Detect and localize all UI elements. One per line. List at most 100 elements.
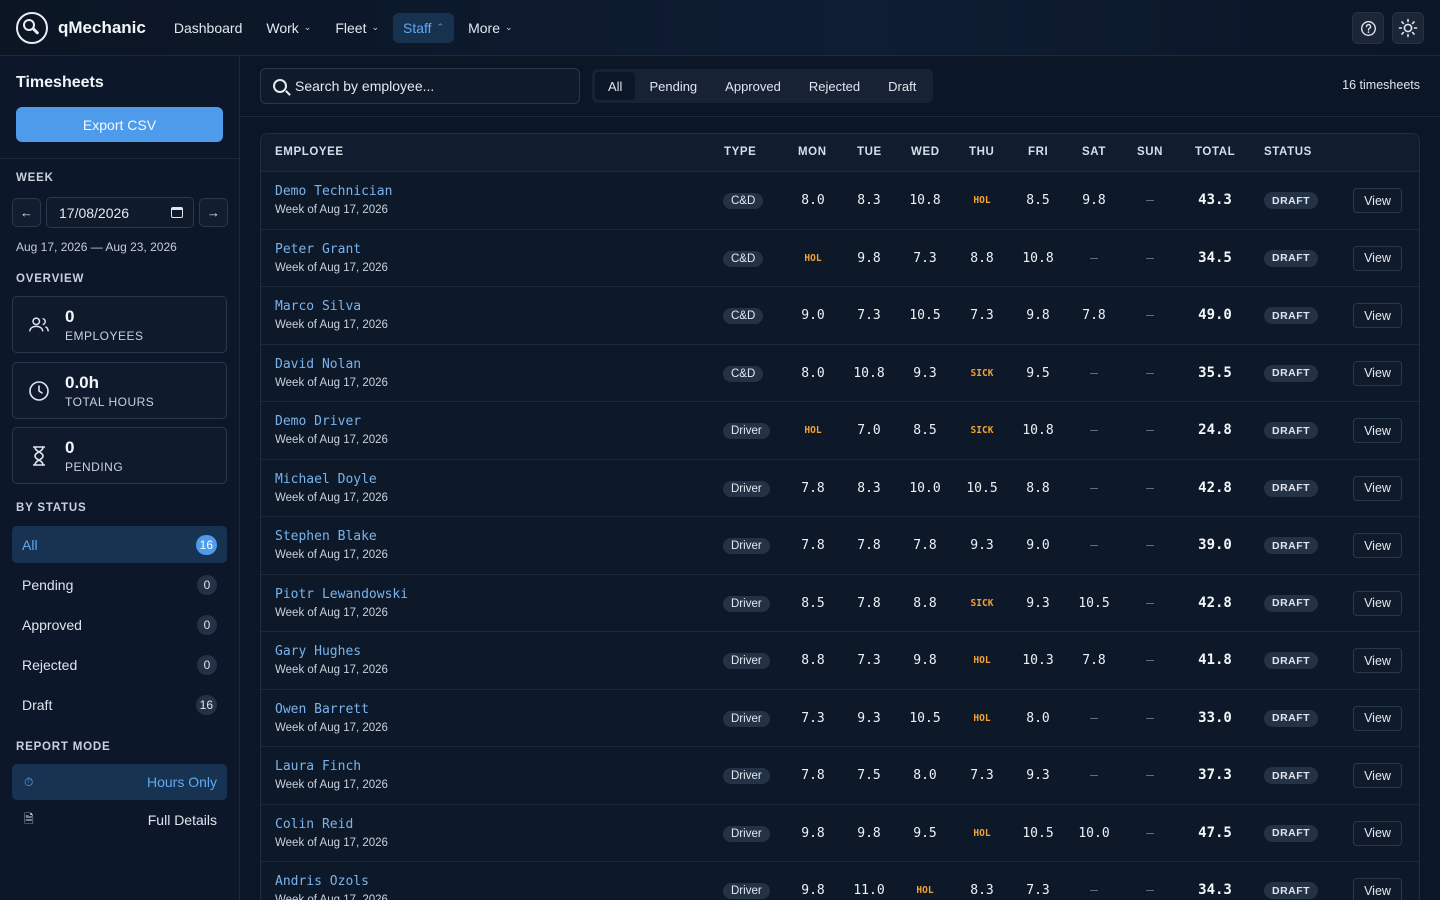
overview-label: OVERVIEW — [16, 273, 85, 285]
nav-staff[interactable]: Staff ⌃ — [393, 12, 455, 43]
filter-tab-pending[interactable]: Pending — [635, 72, 711, 100]
day-hours: 7.3 — [970, 308, 994, 323]
day-hours: 7.3 — [857, 653, 881, 668]
day-hours: 7.3 — [1026, 883, 1050, 898]
employee-name-link[interactable]: Owen Barrett — [275, 702, 369, 717]
stat-label: PENDING — [65, 459, 124, 474]
nav-fleet[interactable]: Fleet ⌄ — [325, 13, 389, 43]
employee-name-link[interactable]: Gary Hughes — [275, 644, 361, 659]
day-hours: 7.0 — [857, 423, 881, 438]
total-hours: 42.8 — [1198, 594, 1232, 611]
column-header-fri: FRI — [1028, 146, 1049, 158]
search-input[interactable]: Search by employee... — [260, 68, 580, 104]
day-hours: 10.0 — [1078, 825, 1110, 841]
day-hours: 8.0 — [913, 768, 937, 783]
view-button[interactable]: View — [1353, 245, 1402, 271]
employee-name-link[interactable]: Piotr Lewandowski — [275, 587, 408, 602]
previous-week-button[interactable]: ← — [12, 198, 41, 227]
report-mode-label: REPORT MODE — [16, 741, 111, 753]
day-hours: 8.5 — [1026, 193, 1050, 208]
nav-work[interactable]: Work ⌄ — [256, 13, 321, 43]
day-hours: — — [1146, 365, 1154, 381]
status-filter-approved[interactable]: Approved 0 — [12, 606, 227, 643]
day-hours: 8.8 — [970, 250, 994, 266]
status-filter-pending[interactable]: Pending 0 — [12, 566, 227, 603]
column-header-total: TOTAL — [1195, 146, 1236, 158]
view-button[interactable]: View — [1353, 590, 1402, 616]
view-button[interactable]: View — [1353, 878, 1402, 900]
table-row: Marco Silva Week of Aug 17, 2026 C&D 9.0 7.3… — [261, 287, 1419, 345]
brand[interactable]: qMechanic — [16, 11, 146, 44]
employee-name-link[interactable]: Laura Finch — [275, 759, 361, 774]
day-hours: — — [1146, 538, 1154, 553]
report-mode-hours-only[interactable]: ⏱ Hours Only — [12, 764, 227, 800]
employee-name-link[interactable]: Peter Grant — [275, 242, 361, 257]
day-hours: 11.0 — [853, 883, 885, 898]
total-hours: 49.0 — [1198, 307, 1232, 323]
day-hours: 9.8 — [1026, 308, 1050, 323]
view-button[interactable]: View — [1353, 533, 1402, 558]
report-mode-label: Hours Only — [146, 774, 217, 790]
day-hours: SICK — [970, 597, 994, 609]
week-date-input[interactable]: 17/08/2026 — [46, 197, 194, 228]
employee-name-link[interactable]: Demo Driver — [275, 414, 361, 429]
employee-name-link[interactable]: Marco Silva — [275, 299, 361, 314]
view-button[interactable]: View — [1353, 303, 1402, 328]
view-button[interactable]: View — [1353, 648, 1402, 673]
employee-week: Week of Aug 17, 2026 — [275, 836, 388, 849]
employee-name-link[interactable]: Andris Ozols — [275, 874, 369, 889]
day-hours: — — [1146, 250, 1154, 266]
total-hours: 35.5 — [1198, 364, 1232, 381]
nav-dashboard[interactable]: Dashboard — [164, 13, 253, 43]
total-hours: 39.0 — [1198, 537, 1232, 553]
theme-toggle-button[interactable] — [1392, 12, 1424, 44]
view-button[interactable]: View — [1353, 705, 1402, 731]
view-button[interactable]: View — [1353, 820, 1402, 846]
week-date-value: 17/08/2026 — [59, 204, 130, 221]
chevron-down-icon: ⌄ — [505, 22, 513, 32]
view-button[interactable]: View — [1353, 360, 1402, 386]
stat-value: 0.0h — [65, 372, 100, 392]
day-hours: 9.8 — [801, 883, 825, 898]
view-button[interactable]: View — [1353, 188, 1402, 213]
filter-tab-all[interactable]: All — [595, 72, 636, 100]
employee-name-link[interactable]: David Nolan — [275, 357, 361, 372]
nav-more[interactable]: More ⌄ — [458, 13, 522, 43]
day-hours: — — [1146, 825, 1154, 841]
type-badge: C&D — [723, 250, 764, 267]
total-hours: 34.3 — [1198, 882, 1232, 898]
day-hours: SICK — [970, 367, 994, 379]
filter-tab-approved[interactable]: Approved — [711, 72, 795, 100]
employee-name-link[interactable]: Colin Reid — [275, 817, 353, 832]
help-button[interactable] — [1352, 12, 1384, 44]
main-nav: Dashboard Work ⌄ Fleet ⌄ Staff ⌃ More ⌄ — [164, 12, 523, 43]
view-button[interactable]: View — [1353, 475, 1402, 501]
filter-tab-draft[interactable]: Draft — [874, 72, 930, 100]
status-filter-label: Rejected — [22, 656, 78, 673]
employee-week: Week of Aug 17, 2026 — [275, 549, 388, 561]
day-hours: — — [1146, 710, 1154, 726]
status-badge: DRAFT — [1264, 824, 1319, 842]
status-count-badge: 0 — [197, 574, 217, 595]
day-hours: — — [1090, 480, 1098, 496]
day-hours: 8.5 — [913, 423, 937, 438]
day-hours: 9.3 — [1026, 768, 1050, 783]
employee-name-link[interactable]: Demo Technician — [275, 184, 392, 199]
day-hours: 9.8 — [801, 825, 825, 841]
day-hours: — — [1090, 538, 1098, 553]
total-hours: 41.8 — [1198, 652, 1232, 668]
view-button[interactable]: View — [1353, 418, 1402, 443]
employee-name-link[interactable]: Michael Doyle — [275, 472, 377, 487]
by-status-label: BY STATUS — [16, 502, 87, 514]
view-button[interactable]: View — [1353, 763, 1402, 788]
column-header-employee: EMPLOYEE — [275, 146, 344, 158]
report-mode-full-details[interactable]: 🗎 Full Details — [12, 802, 227, 838]
status-filter-draft[interactable]: Draft 16 — [12, 686, 227, 723]
status-filter-all[interactable]: All 16 — [12, 526, 227, 563]
employee-name-link[interactable]: Stephen Blake — [275, 529, 377, 544]
calendar-icon[interactable] — [171, 207, 183, 218]
status-filter-rejected[interactable]: Rejected 0 — [12, 646, 227, 683]
next-week-button[interactable]: → — [199, 198, 228, 227]
export-csv-button[interactable]: Export CSV — [16, 107, 223, 142]
filter-tab-rejected[interactable]: Rejected — [795, 72, 874, 100]
